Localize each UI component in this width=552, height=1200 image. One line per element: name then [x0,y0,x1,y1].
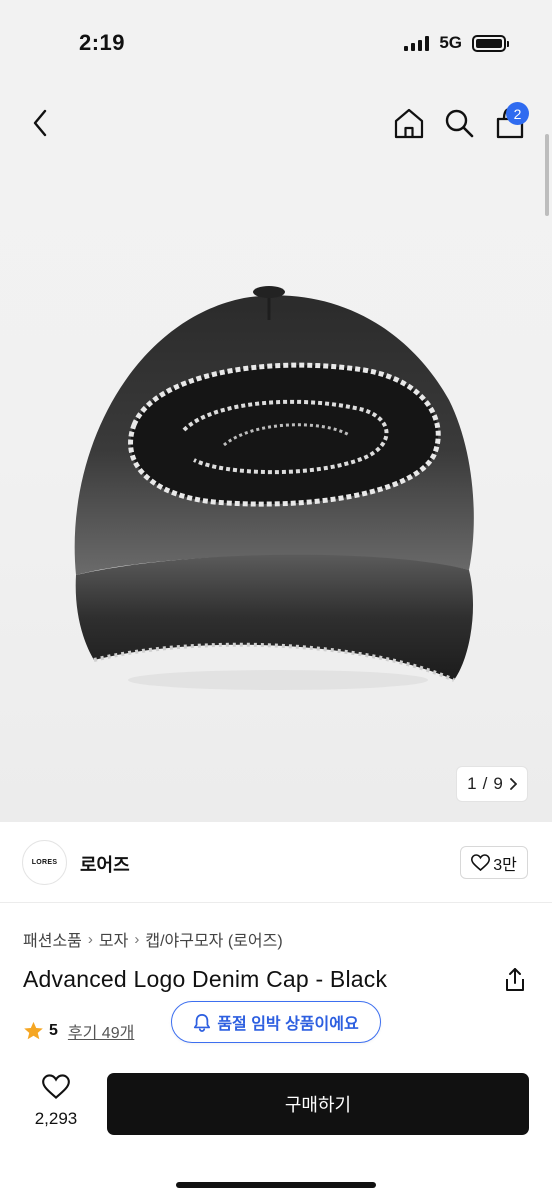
breadcrumb: 패션소품 › 모자 › 캡/야구모자 (로어즈) [23,927,283,951]
share-button[interactable] [502,967,528,993]
brand-logo-text: LORES [31,859,58,866]
low-stock-label: 품절 임박 상품이에요 [217,1016,359,1033]
page-separator: / [482,774,488,793]
total-image-count: 9 [493,774,503,793]
brand-like-button[interactable]: 3만 [460,846,528,879]
product-image[interactable] [64,280,494,700]
home-indicator[interactable] [176,1182,376,1188]
network-label: 5G [439,33,462,52]
battery-icon [472,34,509,52]
status-time: 2:19 [79,30,126,55]
share-icon [506,968,524,991]
breadcrumb-item[interactable]: 캡/야구모자 (로어즈) [145,927,282,951]
current-image-index: 1 [467,774,477,793]
chevron-right-icon: › [134,930,140,948]
heart-icon [42,1074,70,1099]
search-button[interactable] [441,104,477,142]
home-button[interactable] [391,104,427,142]
heart-icon [471,854,491,871]
back-button[interactable] [22,104,58,142]
wishlist-count: 2,293 [34,1109,78,1128]
scroll-indicator [545,134,549,216]
cart-count-badge: 2 [506,102,529,125]
low-stock-notice[interactable]: 품절 임박 상품이에요 [171,1001,381,1043]
chevron-right-icon: › [87,930,93,948]
search-icon [445,109,474,138]
breadcrumb-item[interactable]: 패션소품 [23,927,82,951]
buy-button[interactable]: 구매하기 [107,1073,529,1135]
home-icon [394,108,424,139]
star-icon [24,1021,43,1040]
review-count-link[interactable]: 후기 49개 [68,1019,134,1043]
rating-row: 5 후기 49개 [23,1019,134,1043]
brand-name[interactable]: 로어즈 [80,851,130,877]
rating-score: 5 [49,1022,58,1039]
chevron-left-icon [33,109,47,137]
section-divider [0,902,552,903]
status-indicators: 5G [404,33,509,53]
image-page-counter[interactable]: 1 / 9 [456,766,528,802]
product-title: Advanced Logo Denim Cap - Black [23,966,388,992]
cellular-signal-icon [404,35,430,51]
brand-like-count: 3만 [493,856,517,874]
bell-icon [194,1013,211,1032]
wishlist-button[interactable]: 2,293 [22,1074,90,1134]
brand-logo[interactable]: LORES [22,840,67,885]
chevron-right-icon [509,778,517,790]
breadcrumb-item[interactable]: 모자 [99,927,128,951]
